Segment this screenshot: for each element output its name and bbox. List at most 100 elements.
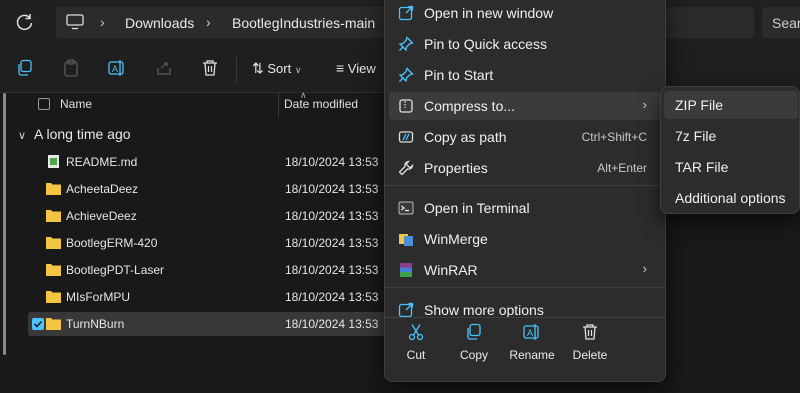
folder-icon (46, 183, 61, 195)
file-icon (48, 155, 59, 168)
refresh-icon[interactable] (14, 11, 36, 33)
list-item[interactable]: BootlegPDT-Laser 18/10/2024 13:53 (28, 258, 390, 282)
chevron-down-icon: ∨ (18, 130, 27, 142)
group-label: A long time ago (34, 126, 131, 142)
sort-label: Sort (267, 61, 292, 76)
menu-divider (385, 185, 665, 186)
cut-button[interactable]: Cut (386, 323, 446, 373)
menu-item-properties[interactable]: Properties Alt+Enter (389, 154, 661, 182)
file-name: AcheetaDeez (66, 182, 139, 196)
menu-item-label: Pin to Quick access (424, 36, 547, 52)
search-placeholder: Sear (772, 15, 800, 31)
menu-item-label: Copy as path (424, 129, 507, 145)
file-name: BootlegPDT-Laser (66, 263, 165, 277)
rename-label: Rename (509, 348, 555, 362)
column-header-name[interactable]: Name (60, 97, 92, 111)
delete-label: Delete (572, 348, 608, 362)
menu-item-pin-quick-access[interactable]: Pin to Quick access (389, 30, 661, 58)
column-header-date[interactable]: Date modified (284, 97, 358, 111)
date-modified: 18/10/2024 13:53 (285, 236, 379, 250)
menu-item-label: WinMerge (424, 231, 488, 247)
winmerge-icon (399, 234, 413, 246)
list-item[interactable]: AcheetaDeez 18/10/2024 13:53 (28, 177, 390, 201)
chevron-right-icon[interactable]: › (100, 14, 105, 30)
menu-item-pin-start[interactable]: Pin to Start (389, 61, 661, 89)
breadcrumb-downloads[interactable]: Downloads (125, 15, 194, 31)
menu-item-open-terminal[interactable]: Open in Terminal (389, 194, 661, 222)
group-header[interactable]: ∨ A long time ago (18, 126, 131, 142)
copy-icon[interactable] (16, 59, 34, 77)
column-divider[interactable] (278, 93, 279, 117)
menu-item-label: WinRAR (424, 262, 478, 278)
computer-icon[interactable] (66, 14, 84, 30)
menu-item-label: Open in new window (424, 5, 554, 21)
submenu-item-7z[interactable]: 7z File (664, 122, 798, 150)
copy-label: Copy (459, 348, 488, 362)
menu-item-open-new-window[interactable]: Open in new window (389, 0, 661, 27)
folder-icon (46, 210, 61, 222)
view-button[interactable]: ≡ View (336, 60, 376, 76)
list-item[interactable]: MIsForMPU 18/10/2024 13:53 (28, 285, 390, 309)
list-item[interactable]: README.md 18/10/2024 13:53 (28, 150, 390, 174)
menu-item-compress-to[interactable]: Compress to... › (389, 92, 661, 120)
folder-icon (46, 318, 61, 330)
trash-icon[interactable] (201, 59, 219, 77)
toolbar-divider (236, 57, 237, 83)
submenu-item-label: 7z File (675, 128, 717, 144)
submenu-item-tar[interactable]: TAR File (664, 153, 798, 181)
list-item-selected[interactable]: TurnNBurn 18/10/2024 13:53 (28, 312, 390, 336)
view-label: View (347, 61, 376, 76)
date-modified: 18/10/2024 13:53 (285, 155, 379, 169)
menu-item-label: Pin to Start (424, 67, 494, 83)
chevron-right-icon: › (642, 261, 647, 276)
copy-path-icon (398, 131, 414, 143)
scissors-icon (408, 324, 424, 341)
menu-item-show-more-options[interactable]: Show more options (389, 296, 661, 324)
menu-item-label: Show more options (424, 302, 544, 318)
submenu-item-zip[interactable]: ZIP File (664, 91, 798, 119)
zip-folder-icon (399, 99, 413, 113)
wrench-icon (398, 160, 414, 176)
svg-text:A: A (527, 328, 533, 338)
submenu-item-label: TAR File (675, 159, 729, 175)
paste-icon[interactable] (62, 59, 80, 77)
chevron-right-icon: › (642, 97, 647, 112)
sort-button[interactable]: ⇅ Sort ∨ (252, 60, 301, 77)
menu-item-label: Open in Terminal (424, 200, 530, 216)
vertical-scrollbar[interactable] (3, 93, 6, 355)
rename-icon[interactable]: A (108, 59, 126, 77)
list-item[interactable]: BootlegERM-420 18/10/2024 13:53 (28, 231, 390, 255)
shortcut-text: Alt+Enter (597, 161, 647, 175)
menu-item-copy-as-path[interactable]: Copy as path Ctrl+Shift+C (389, 123, 661, 151)
delete-button[interactable]: Delete (560, 323, 620, 373)
winrar-icon (400, 263, 412, 277)
copy-button[interactable]: Copy (444, 323, 504, 373)
file-name: MIsForMPU (66, 290, 130, 304)
rename-button[interactable]: A Rename (502, 323, 562, 373)
copy-icon (467, 323, 481, 340)
compress-submenu: ZIP File 7z File TAR File Additional opt… (660, 86, 800, 214)
folder-icon (46, 237, 61, 249)
checkbox-checked-icon[interactable] (32, 318, 44, 330)
trash-icon (583, 324, 597, 340)
menu-item-winmerge[interactable]: WinMerge (389, 225, 661, 253)
view-icon: ≡ (336, 60, 345, 76)
share-icon[interactable] (155, 59, 173, 77)
search-input[interactable]: Sear (762, 7, 800, 38)
file-name: BootlegERM-420 (66, 236, 158, 250)
select-all-checkbox[interactable] (38, 98, 50, 110)
file-name: AchieveDeez (66, 209, 137, 223)
submenu-item-additional-options[interactable]: Additional options (664, 184, 798, 212)
cut-label: Cut (406, 348, 426, 362)
list-item[interactable]: AchieveDeez 18/10/2024 13:53 (28, 204, 390, 228)
more-options-icon (398, 302, 414, 318)
menu-item-winrar[interactable]: WinRAR › (389, 256, 661, 284)
open-window-icon (398, 5, 414, 21)
pin-icon (398, 36, 414, 52)
sort-icon: ⇅ (252, 60, 264, 76)
breadcrumb-bootlegindustries[interactable]: BootlegIndustries-main (232, 15, 375, 31)
chevron-right-icon[interactable]: › (206, 14, 211, 30)
date-modified: 18/10/2024 13:53 (285, 209, 379, 223)
shortcut-text: Ctrl+Shift+C (581, 130, 647, 144)
date-modified: 18/10/2024 13:53 (285, 290, 379, 304)
